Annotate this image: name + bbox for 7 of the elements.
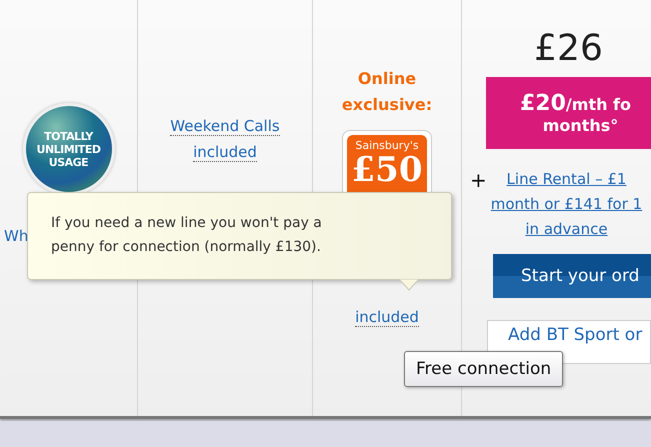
unlimited-usage-badge: TOTALLY UNLIMITED USAGE [22, 103, 114, 195]
price: £26 [534, 28, 603, 69]
promo-banner: £20/mth fo months° [486, 77, 651, 149]
plus-sign: + [470, 167, 487, 193]
tooltip-text: If you need a new line you won't pay a penny for connection (normally £130). [50, 214, 323, 257]
hover-tooltip: Free connection [404, 351, 564, 387]
online-exclusive-heading: Online exclusive: [342, 68, 432, 116]
